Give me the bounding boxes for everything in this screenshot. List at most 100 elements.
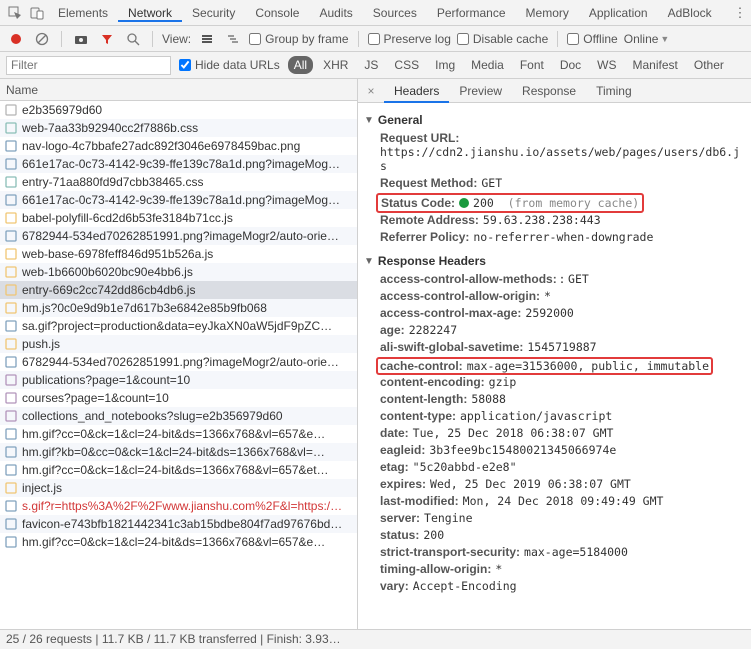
type-filter-manifest[interactable]: Manifest <box>627 56 684 74</box>
request-row[interactable]: entry-71aa880fd9d7cbb38465.css <box>0 173 357 191</box>
detail-tabs: × HeadersPreviewResponseTiming <box>358 79 751 103</box>
type-filter-css[interactable]: CSS <box>388 56 425 74</box>
file-icon <box>4 499 18 513</box>
request-row[interactable]: 6782944-534ed70262851991.png?imageMogr2/… <box>0 353 357 371</box>
request-row[interactable]: s.gif?r=https%3A%2F%2Fwww.jianshu.com%2F… <box>0 497 357 515</box>
response-header-row: timing-allow-origin:* <box>380 562 745 576</box>
panel-tab-sources[interactable]: Sources <box>363 6 427 20</box>
type-filter-js[interactable]: JS <box>358 56 384 74</box>
request-row[interactable]: web-base-6978feff846d951b526a.js <box>0 245 357 263</box>
panel-tab-performance[interactable]: Performance <box>427 6 516 20</box>
detail-body: ▼ General Request URL: https://cdn2.jian… <box>358 103 751 629</box>
file-icon <box>4 103 18 117</box>
request-row[interactable]: inject.js <box>0 479 357 497</box>
file-icon <box>4 409 18 423</box>
name-column-header[interactable]: Name <box>0 79 357 101</box>
response-header-row: access-control-allow-methods: :GET <box>380 272 745 286</box>
disable-cache-checkbox[interactable]: Disable cache <box>457 32 548 46</box>
response-header-row: last-modified:Mon, 24 Dec 2018 09:49:49 … <box>380 494 745 508</box>
request-name: hm.gif?kb=0&cc=0&ck=1&cl=24-bit&ds=1366x… <box>22 445 325 459</box>
group-by-frame-checkbox[interactable]: Group by frame <box>249 32 348 46</box>
panel-tab-adblock[interactable]: AdBlock <box>658 6 722 20</box>
response-headers-section-title[interactable]: ▼ Response Headers <box>364 254 745 268</box>
file-icon <box>4 373 18 387</box>
device-toggle-icon[interactable] <box>26 2 48 24</box>
response-header-row: access-control-max-age:2592000 <box>380 306 745 320</box>
throttling-select[interactable]: Online ▼ <box>624 32 670 46</box>
panel-tab-console[interactable]: Console <box>245 6 309 20</box>
request-row[interactable]: entry-669c2cc742dd86cb4db6.js <box>0 281 357 299</box>
file-icon <box>4 175 18 189</box>
type-filter-all[interactable]: All <box>288 56 313 74</box>
panel-tab-elements[interactable]: Elements <box>48 6 118 20</box>
request-row[interactable]: 6782944-534ed70262851991.png?imageMogr2/… <box>0 227 357 245</box>
view-waterfall-icon[interactable] <box>223 29 243 49</box>
request-row[interactable]: 661e17ac-0c73-4142-9c39-ffe139c78a1d.png… <box>0 155 357 173</box>
detail-tab-response[interactable]: Response <box>512 79 586 103</box>
type-filter-xhr[interactable]: XHR <box>317 56 354 74</box>
request-row[interactable]: favicon-e743bfb1821442341c3ab15bdbe804f7… <box>0 515 357 533</box>
request-name: babel-polyfill-6cd2d6b53fe3184b71cc.js <box>22 211 233 225</box>
request-row[interactable]: hm.gif?cc=0&ck=1&cl=24-bit&ds=1366x768&v… <box>0 533 357 551</box>
panel-tab-audits[interactable]: Audits <box>309 6 362 20</box>
request-row[interactable]: courses?page=1&count=10 <box>0 389 357 407</box>
request-row[interactable]: nav-logo-4c7bbafe27adc892f3046e6978459ba… <box>0 137 357 155</box>
request-name: 661e17ac-0c73-4142-9c39-ffe139c78a1d.png… <box>22 193 340 207</box>
detail-tab-preview[interactable]: Preview <box>449 79 512 103</box>
request-row[interactable]: web-1b6600b6020bc90e4bb6.js <box>0 263 357 281</box>
file-icon <box>4 157 18 171</box>
chevron-down-icon: ▼ <box>660 34 669 44</box>
panel-tab-security[interactable]: Security <box>182 6 245 20</box>
file-icon <box>4 193 18 207</box>
response-header-row: strict-transport-security:max-age=518400… <box>380 545 745 559</box>
file-icon <box>4 319 18 333</box>
general-section-title[interactable]: ▼ General <box>364 113 745 127</box>
request-row[interactable]: push.js <box>0 335 357 353</box>
request-row[interactable]: hm.gif?cc=0&ck=1&cl=24-bit&ds=1366x768&v… <box>0 425 357 443</box>
response-header-row: date:Tue, 25 Dec 2018 06:38:07 GMT <box>380 426 745 440</box>
request-row[interactable]: collections_and_notebooks?slug=e2b356979… <box>0 407 357 425</box>
request-name: 661e17ac-0c73-4142-9c39-ffe139c78a1d.png… <box>22 157 340 171</box>
type-filter-doc[interactable]: Doc <box>554 56 587 74</box>
response-header-row: cache-control:max-age=31536000, public, … <box>380 359 709 373</box>
inspect-icon[interactable] <box>4 2 26 24</box>
triangle-down-icon: ▼ <box>364 256 374 267</box>
type-filter-ws[interactable]: WS <box>591 56 622 74</box>
offline-checkbox[interactable]: Offline <box>567 32 617 46</box>
type-filter-font[interactable]: Font <box>514 56 550 74</box>
search-icon[interactable] <box>123 29 143 49</box>
view-list-icon[interactable] <box>197 29 217 49</box>
file-icon <box>4 265 18 279</box>
detail-tab-timing[interactable]: Timing <box>586 79 642 103</box>
status-code-highlight: Status Code: 200 (from memory cache) <box>376 193 644 213</box>
request-row[interactable]: hm.js?0c0e9d9b1e7d617b3e6842e85b9fb068 <box>0 299 357 317</box>
type-filter-img[interactable]: Img <box>429 56 461 74</box>
detail-tab-headers[interactable]: Headers <box>384 79 449 103</box>
panel-tab-memory[interactable]: Memory <box>516 6 579 20</box>
request-row[interactable]: web-7aa33b92940cc2f7886b.css <box>0 119 357 137</box>
close-detail-icon[interactable]: × <box>362 84 380 98</box>
clear-button[interactable] <box>32 29 52 49</box>
hide-data-urls-checkbox[interactable]: Hide data URLs <box>179 58 280 72</box>
type-filter-other[interactable]: Other <box>688 56 730 74</box>
record-button[interactable] <box>6 29 26 49</box>
request-row[interactable]: publications?page=1&count=10 <box>0 371 357 389</box>
response-header-row: content-encoding:gzip <box>380 375 745 389</box>
request-row[interactable]: 661e17ac-0c73-4142-9c39-ffe139c78a1d.png… <box>0 191 357 209</box>
screenshot-icon[interactable] <box>71 29 91 49</box>
request-row[interactable]: e2b356979d60 <box>0 101 357 119</box>
request-name: favicon-e743bfb1821442341c3ab15bdbe804f7… <box>22 517 342 531</box>
panel-tab-network[interactable]: Network <box>118 6 182 22</box>
filter-toggle-icon[interactable] <box>97 29 117 49</box>
filter-input[interactable] <box>6 56 171 75</box>
panel-tab-application[interactable]: Application <box>579 6 658 20</box>
file-icon <box>4 355 18 369</box>
request-row[interactable]: babel-polyfill-6cd2d6b53fe3184b71cc.js <box>0 209 357 227</box>
preserve-log-checkbox[interactable]: Preserve log <box>368 32 451 46</box>
request-row[interactable]: hm.gif?kb=0&cc=0&ck=1&cl=24-bit&ds=1366x… <box>0 443 357 461</box>
more-icon[interactable]: ⋮ <box>729 2 751 24</box>
response-header-row: content-type:application/javascript <box>380 409 745 423</box>
request-row[interactable]: hm.gif?cc=0&ck=1&cl=24-bit&ds=1366x768&v… <box>0 461 357 479</box>
type-filter-media[interactable]: Media <box>465 56 510 74</box>
request-row[interactable]: sa.gif?project=production&data=eyJkaXN0a… <box>0 317 357 335</box>
